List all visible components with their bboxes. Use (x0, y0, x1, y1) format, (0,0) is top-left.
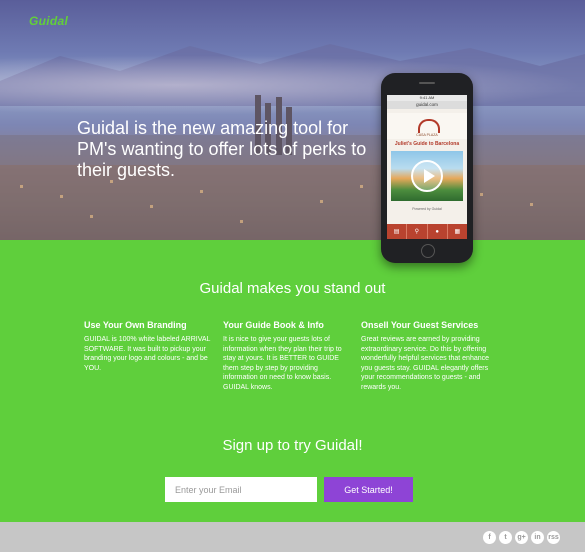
twitter-icon[interactable]: t (499, 531, 512, 544)
phone-speaker (419, 82, 435, 84)
phone-mockup: 9:41 AM guidal.com CASA PLAZA Juliet's G… (381, 73, 473, 263)
phone-caption: Powered by Guidal (412, 207, 442, 211)
feature-heading: Onsell Your Guest Services (361, 320, 479, 330)
google-plus-icon[interactable]: g+ (515, 531, 528, 544)
signup-title: Sign up to try Guidal! (222, 437, 363, 454)
linkedin-icon[interactable]: in (531, 531, 544, 544)
footer: f t g+ in rss (0, 522, 585, 552)
bed-icon[interactable]: ▤ (387, 224, 408, 239)
rss-icon[interactable]: rss (547, 531, 560, 544)
arch-logo-icon (418, 119, 440, 133)
play-icon[interactable] (411, 160, 443, 192)
hero-banner: Guidal Guidal is the new amazing tool fo… (0, 0, 585, 240)
feature-guide-book: Your Guide Book & Info It is nice to giv… (223, 320, 353, 392)
hero-headline: Guidal is the new amazing tool for PM's … (77, 118, 367, 180)
feature-text: Great reviews are earned by providing ex… (361, 336, 490, 391)
facebook-icon[interactable]: f (483, 531, 496, 544)
feature-heading: Use Your Own Branding (84, 320, 187, 330)
phone-video-thumbnail (391, 151, 463, 201)
phone-url-bar: guidal.com (387, 101, 467, 109)
features-title: Guidal makes you stand out (199, 280, 386, 297)
feature-branding: Use Your Own Branding GUIDAL is 100% whi… (84, 320, 214, 373)
calendar-icon[interactable]: ▦ (448, 224, 467, 239)
email-field[interactable] (165, 477, 317, 502)
search-icon[interactable]: ⚲ (407, 224, 428, 239)
phone-logo-text: CASA PLAZA (416, 133, 438, 137)
brand-logo[interactable]: Guidal (29, 14, 68, 28)
feature-onsell: Onsell Your Guest Services Great reviews… (361, 320, 496, 392)
phone-guide-title: Juliet's Guide to Barcelona (394, 141, 460, 147)
phone-tab-bar: ▤ ⚲ ● ▦ (387, 224, 467, 239)
phone-screen: 9:41 AM guidal.com CASA PLAZA Juliet's G… (387, 95, 467, 239)
car-icon[interactable]: ● (428, 224, 448, 239)
phone-logo-area: CASA PLAZA (387, 113, 467, 139)
phone-home-button (421, 244, 435, 258)
feature-text: It is nice to give your guests lots of i… (223, 336, 342, 391)
feature-text: GUIDAL is 100% white labeled ARRIVAL SOF… (84, 336, 211, 372)
get-started-button[interactable]: Get Started! (324, 477, 413, 502)
social-links: f t g+ in rss (483, 531, 560, 544)
feature-heading: Your Guide Book & Info (223, 320, 324, 330)
